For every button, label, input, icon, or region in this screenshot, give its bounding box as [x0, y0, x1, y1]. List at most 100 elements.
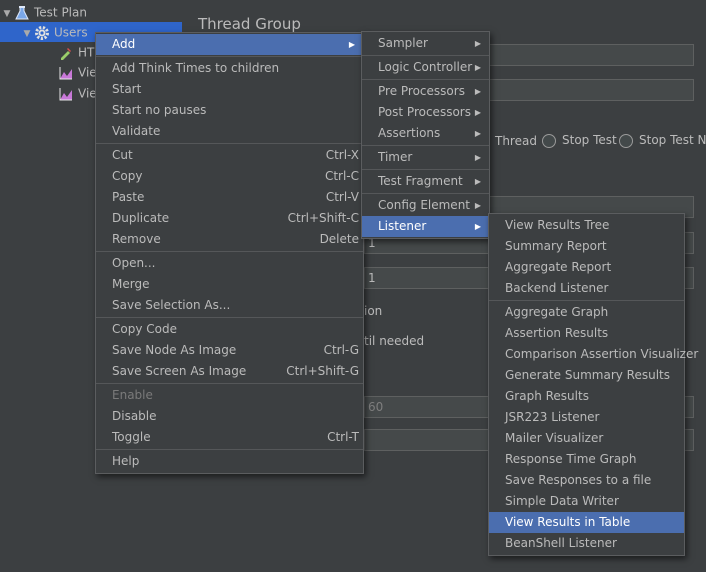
listener-item-graph-results[interactable]: Graph Results	[489, 386, 684, 407]
menu-item-label: Start no pauses	[112, 103, 207, 117]
radio-label: Thread	[495, 134, 537, 148]
chevron-down-icon[interactable]: ▼	[20, 24, 34, 44]
submenu-item-assertions[interactable]: Assertions ▶	[362, 123, 489, 144]
radio-button[interactable]	[542, 133, 556, 148]
chevron-right-icon: ▶	[474, 153, 481, 162]
menu-item-label: Start	[112, 82, 142, 96]
shortcut-label: Ctrl+Shift-G	[286, 364, 359, 378]
menu-item-start[interactable]: Start	[96, 79, 363, 100]
field-value: 1	[368, 271, 376, 285]
submenu-item-config-element[interactable]: Config Element ▶	[362, 195, 489, 216]
submenu-item-listener[interactable]: Listener ▶	[362, 216, 489, 237]
listener-item-assertion-results[interactable]: Assertion Results	[489, 323, 684, 344]
menu-item-validate[interactable]: Validate	[96, 121, 363, 142]
chevron-right-icon: ▶	[474, 87, 481, 96]
submenu-item-post-processors[interactable]: Post Processors ▶	[362, 102, 489, 123]
menu-item-label: Toggle	[112, 430, 151, 444]
menu-item-cut[interactable]: Cut Ctrl-X	[96, 145, 363, 166]
shortcut-label: Ctrl+Shift-C	[287, 211, 359, 225]
graph-icon	[58, 86, 74, 102]
menu-separator	[362, 169, 489, 170]
menu-item-label: View Results Tree	[505, 218, 610, 232]
on-error-stop-test-now-option[interactable]: Stop Test Now	[619, 133, 706, 148]
radio-label: Stop Test	[562, 133, 617, 147]
menu-item-remove[interactable]: Remove Delete	[96, 229, 363, 250]
menu-item-label: Response Time Graph	[505, 452, 637, 466]
menu-item-save-screen-as-image[interactable]: Save Screen As Image Ctrl+Shift-G	[96, 361, 363, 382]
menu-item-label: JSR223 Listener	[505, 410, 600, 424]
chevron-right-icon: ▶	[474, 108, 481, 117]
menu-separator	[96, 317, 363, 318]
listener-item-beanshell-listener[interactable]: BeanShell Listener	[489, 533, 684, 554]
listener-item-generate-summary-results[interactable]: Generate Summary Results	[489, 365, 684, 386]
menu-separator	[96, 251, 363, 252]
menu-item-label: Backend Listener	[505, 281, 609, 295]
menu-item-add[interactable]: Add ▶	[96, 34, 363, 55]
chevron-down-icon[interactable]: ▼	[0, 4, 14, 24]
tree-item-label: Vie	[78, 65, 97, 80]
radio-label: Stop Test Now	[639, 133, 706, 147]
radio-button[interactable]	[619, 133, 633, 148]
add-submenu: Sampler ▶ Logic Controller ▶ Pre Processor…	[361, 31, 490, 239]
submenu-item-logic-controller[interactable]: Logic Controller ▶	[362, 57, 489, 78]
tree-item-test-plan[interactable]: ▼ Test Plan	[0, 2, 182, 22]
flask-icon	[14, 5, 30, 21]
menu-item-label: Post Processors	[378, 105, 471, 119]
listener-item-aggregate-graph[interactable]: Aggregate Graph	[489, 302, 684, 323]
listener-item-aggregate-report[interactable]: Aggregate Report	[489, 257, 684, 278]
menu-item-label: Add Think Times to children	[112, 61, 280, 75]
menu-separator	[96, 383, 363, 384]
menu-item-label: Save Responses to a file	[505, 473, 652, 487]
menu-item-label: View Results in Table	[505, 515, 631, 529]
field-value: 60	[368, 400, 384, 414]
menu-item-label: Paste	[112, 190, 145, 204]
menu-item-open[interactable]: Open...	[96, 253, 363, 274]
submenu-item-timer[interactable]: Timer ▶	[362, 147, 489, 168]
listener-item-jsr223-listener[interactable]: JSR223 Listener	[489, 407, 684, 428]
menu-item-help[interactable]: Help	[96, 451, 363, 472]
menu-item-save-selection-as[interactable]: Save Selection As...	[96, 295, 363, 316]
listener-item-mailer-visualizer[interactable]: Mailer Visualizer	[489, 428, 684, 449]
menu-item-label: Assertion Results	[505, 326, 609, 340]
menu-item-copy[interactable]: Copy Ctrl-C	[96, 166, 363, 187]
menu-item-label: Help	[112, 454, 140, 468]
listener-item-view-results-in-table[interactable]: View Results in Table	[489, 512, 684, 533]
menu-item-label: Open...	[112, 256, 156, 270]
submenu-item-sampler[interactable]: Sampler ▶	[362, 33, 489, 54]
menu-item-label: Remove	[112, 232, 161, 246]
listener-item-view-results-tree[interactable]: View Results Tree	[489, 215, 684, 236]
menu-item-merge[interactable]: Merge	[96, 274, 363, 295]
listener-item-backend-listener[interactable]: Backend Listener	[489, 278, 684, 299]
menu-item-label: Merge	[112, 277, 150, 291]
menu-item-add-think-times[interactable]: Add Think Times to children	[96, 58, 363, 79]
menu-item-toggle[interactable]: Toggle Ctrl-T	[96, 427, 363, 448]
listener-item-response-time-graph[interactable]: Response Time Graph	[489, 449, 684, 470]
menu-item-label: Sampler	[378, 36, 428, 50]
on-error-stop-test-option[interactable]: Stop Test	[542, 133, 617, 148]
submenu-item-test-fragment[interactable]: Test Fragment ▶	[362, 171, 489, 192]
listener-item-comparison-assertion-visualizer[interactable]: Comparison Assertion Visualizer	[489, 344, 698, 365]
menu-separator	[362, 193, 489, 194]
menu-item-label: Logic Controller	[378, 60, 473, 74]
menu-item-duplicate[interactable]: Duplicate Ctrl+Shift-C	[96, 208, 363, 229]
menu-item-copy-code[interactable]: Copy Code	[96, 319, 363, 340]
listener-item-simple-data-writer[interactable]: Simple Data Writer	[489, 491, 684, 512]
submenu-item-pre-processors[interactable]: Pre Processors ▶	[362, 81, 489, 102]
on-error-thread-option[interactable]: Thread	[495, 134, 537, 148]
menu-item-label: Graph Results	[505, 389, 589, 403]
same-user-label: ion	[364, 304, 383, 318]
menu-item-start-no-pauses[interactable]: Start no pauses	[96, 100, 363, 121]
listener-item-save-responses[interactable]: Save Responses to a file	[489, 470, 684, 491]
tree-item-label: Users	[54, 25, 88, 40]
menu-item-save-node-as-image[interactable]: Save Node As Image Ctrl-G	[96, 340, 363, 361]
chevron-right-icon: ▶	[348, 40, 355, 49]
listener-item-summary-report[interactable]: Summary Report	[489, 236, 684, 257]
menu-separator	[362, 79, 489, 80]
menu-item-label: Save Selection As...	[112, 298, 231, 312]
shortcut-label: Ctrl-G	[323, 343, 359, 357]
menu-item-paste[interactable]: Paste Ctrl-V	[96, 187, 363, 208]
menu-item-disable[interactable]: Disable	[96, 406, 363, 427]
tree-item-label: HT	[78, 45, 95, 60]
chevron-right-icon: ▶	[474, 39, 481, 48]
menu-item-label: Save Screen As Image	[112, 364, 247, 378]
